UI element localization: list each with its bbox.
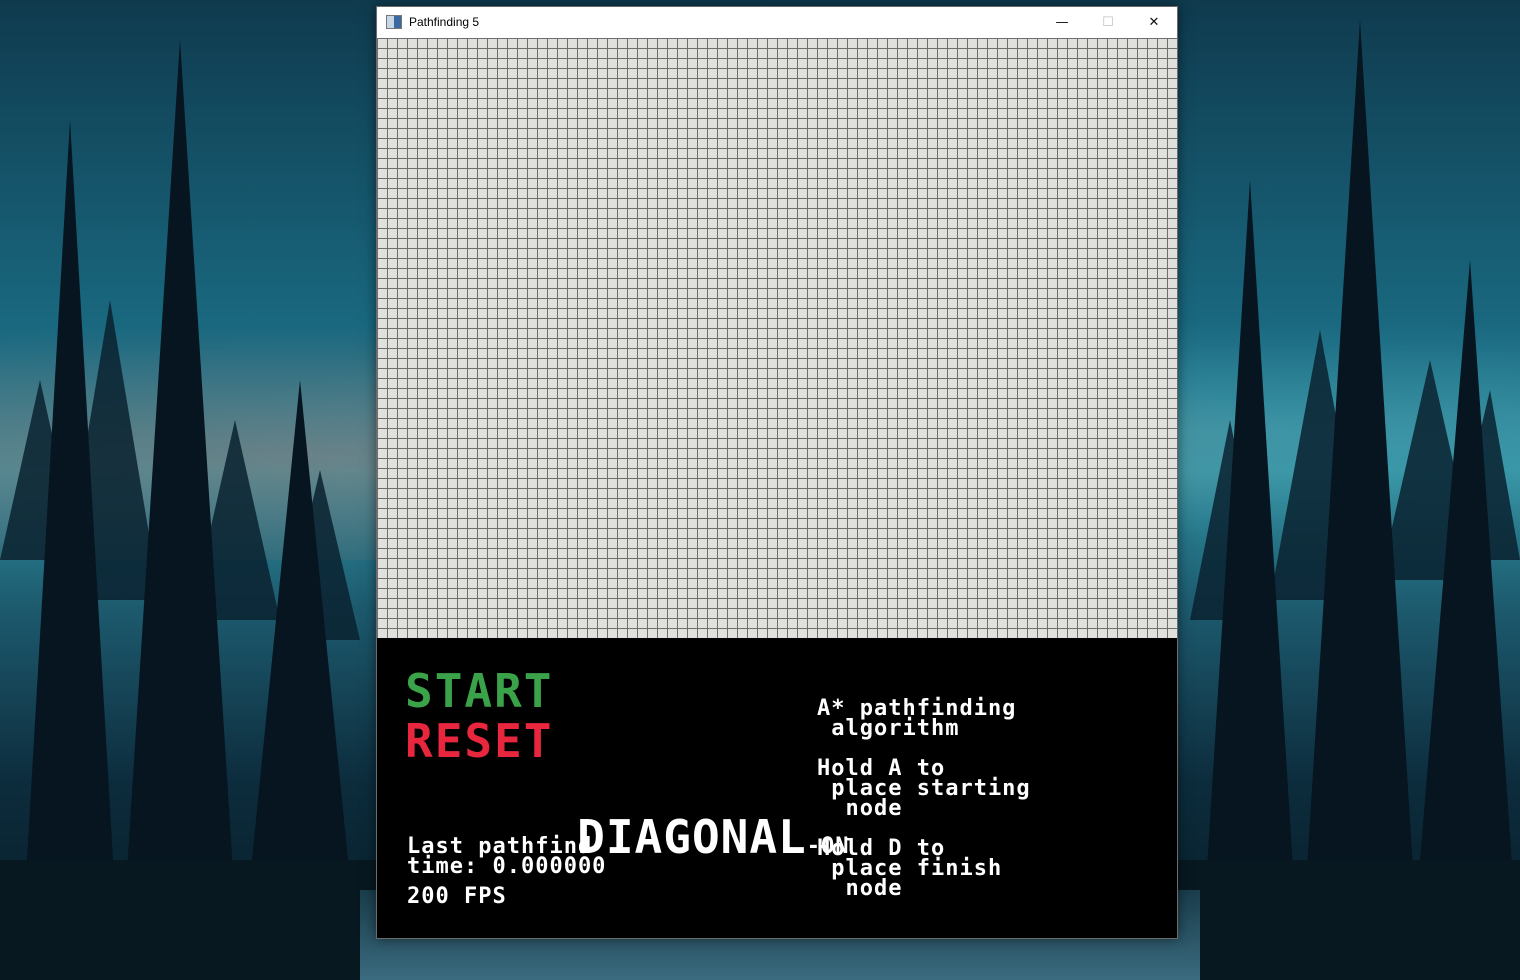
minimize-icon: — [1055, 14, 1069, 30]
window-title: Pathfinding 5 [409, 15, 480, 29]
start-hint-line3: node [817, 796, 903, 821]
close-button[interactable]: ✕ [1131, 7, 1177, 37]
minimize-button[interactable]: — [1039, 7, 1085, 37]
app-window-icon [386, 15, 402, 29]
last-pathfind-time: time: 0.000000 [407, 854, 607, 879]
maximize-icon: ☐ [1102, 14, 1114, 30]
close-icon: ✕ [1148, 14, 1160, 30]
diagonal-label: DIAGONAL [577, 810, 807, 864]
control-panel: START RESET DIAGONAL-ON Last pathfind ti… [377, 638, 1177, 938]
finish-hint-line3: node [817, 876, 903, 901]
pathfinding-grid[interactable] [377, 38, 1177, 638]
fps-counter: 200 FPS [407, 884, 507, 909]
maximize-button[interactable]: ☐ [1085, 7, 1131, 37]
reset-button[interactable]: RESET [405, 718, 553, 764]
algorithm-info-line2: algorithm [817, 716, 960, 741]
window-controls: — ☐ ✕ [1039, 7, 1177, 37]
app-window: Pathfinding 5 — ☐ ✕ START RESET DIAGONAL… [376, 6, 1178, 939]
start-button[interactable]: START [405, 668, 553, 714]
title-bar[interactable]: Pathfinding 5 — ☐ ✕ [377, 7, 1177, 37]
